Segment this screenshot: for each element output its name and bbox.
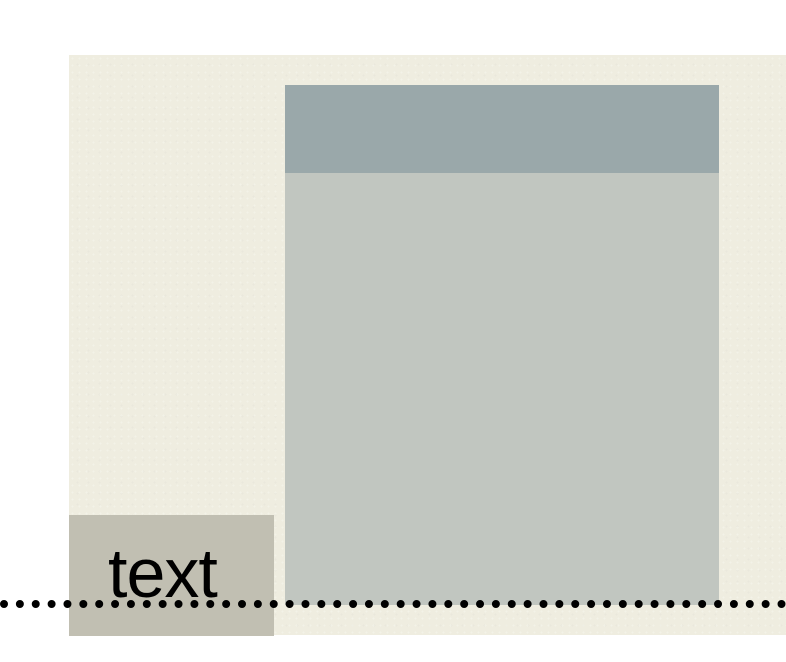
- dotted-baseline: [0, 600, 786, 608]
- content-block: [285, 85, 719, 605]
- content-block-header: [285, 85, 719, 173]
